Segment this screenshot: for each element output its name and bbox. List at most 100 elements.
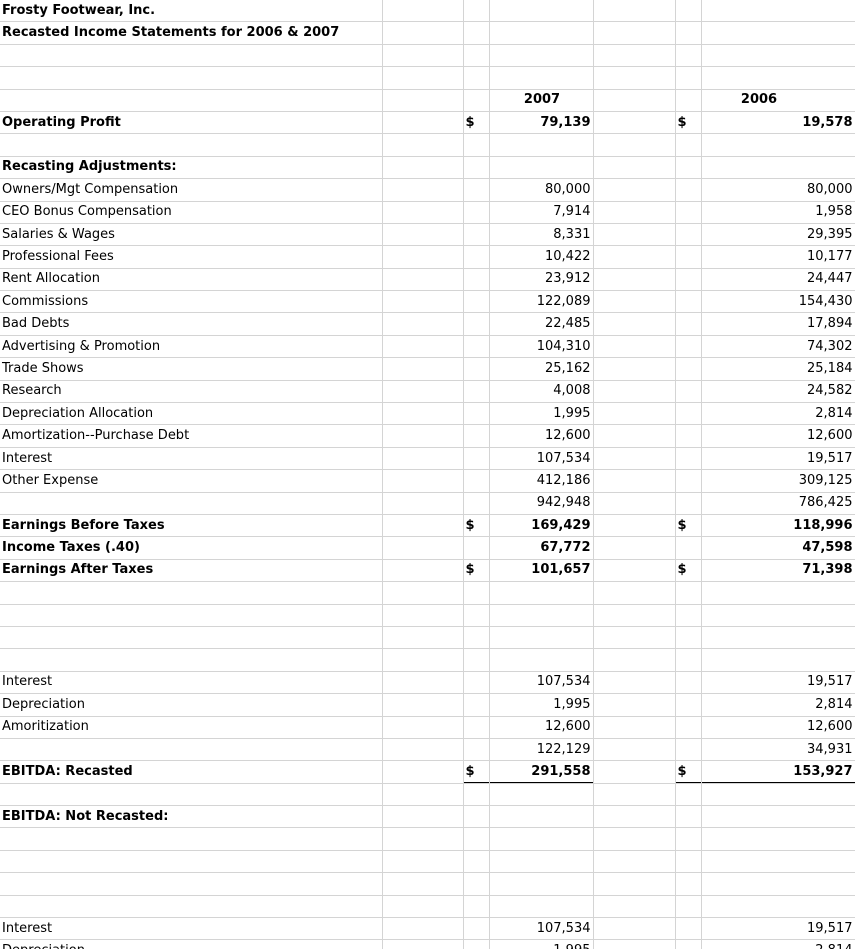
currency-symbol-2007[interactable] <box>463 44 490 68</box>
spacer-cell[interactable] <box>382 133 464 157</box>
row-label[interactable]: Interest <box>0 671 383 695</box>
currency-symbol-2007[interactable] <box>463 783 490 807</box>
spacer-cell[interactable] <box>382 827 464 851</box>
spacer-cell[interactable] <box>382 738 464 762</box>
currency-symbol-2007[interactable]: $ <box>463 760 490 784</box>
spacer-cell[interactable] <box>382 783 464 807</box>
value-2007[interactable]: 67,772 <box>489 536 594 560</box>
spacer-cell[interactable] <box>593 738 676 762</box>
empty-cell[interactable] <box>0 89 383 112</box>
column-header-2007[interactable]: 2007 <box>489 89 594 112</box>
currency-symbol-2007[interactable]: $ <box>463 514 490 538</box>
spacer-cell[interactable] <box>593 917 676 941</box>
spacer-cell[interactable] <box>382 312 464 336</box>
spacer-cell[interactable] <box>382 917 464 941</box>
currency-symbol-2007[interactable] <box>463 827 490 851</box>
row-label[interactable]: Research <box>0 380 383 404</box>
value-2006[interactable]: 25,184 <box>701 357 855 381</box>
empty-cell[interactable] <box>0 66 383 90</box>
spacer-cell[interactable] <box>593 850 676 874</box>
currency-symbol-2007[interactable] <box>463 917 490 941</box>
value-2006[interactable]: 74,302 <box>701 335 855 359</box>
value-2006[interactable]: 1,958 <box>701 201 855 224</box>
spacer-cell[interactable] <box>382 671 464 695</box>
spacer-cell[interactable] <box>593 693 676 717</box>
spacer-cell[interactable] <box>593 66 676 90</box>
spacer-cell[interactable] <box>593 21 676 45</box>
spacer-cell[interactable] <box>382 245 464 269</box>
row-label[interactable]: Income Taxes (.40) <box>0 536 383 560</box>
currency-symbol-2006[interactable] <box>675 536 702 560</box>
spacer-cell[interactable] <box>382 335 464 359</box>
value-2006[interactable] <box>701 44 855 68</box>
value-2006[interactable]: 24,447 <box>701 268 855 292</box>
value-2006[interactable]: 12,600 <box>701 716 855 739</box>
currency-symbol-2006[interactable] <box>675 693 702 717</box>
spacer-cell[interactable] <box>382 424 464 448</box>
value-2006[interactable] <box>701 133 855 157</box>
spacer-cell[interactable] <box>382 21 464 45</box>
row-label[interactable]: Commissions <box>0 290 383 314</box>
spacer-cell[interactable] <box>593 626 676 650</box>
value-2007[interactable]: 291,558 <box>489 760 594 784</box>
value-2007[interactable]: 1,995 <box>489 402 594 426</box>
spacer-cell[interactable] <box>593 111 676 135</box>
row-label[interactable]: Rent Allocation <box>0 268 383 292</box>
spacer-cell[interactable] <box>382 66 464 90</box>
currency-symbol-2007[interactable] <box>463 850 490 874</box>
spacer-cell[interactable] <box>593 581 676 605</box>
spacer-cell[interactable] <box>382 536 464 560</box>
spacer-cell[interactable] <box>593 783 676 807</box>
spacer-cell[interactable] <box>593 827 676 851</box>
value-2007[interactable] <box>489 604 594 627</box>
spacer-cell[interactable] <box>593 760 676 784</box>
spacer-cell[interactable] <box>593 44 676 68</box>
currency-symbol-2006[interactable] <box>675 245 702 269</box>
currency-symbol-2006[interactable] <box>675 178 702 202</box>
value-2006[interactable] <box>701 604 855 627</box>
row-label[interactable]: Operating Profit <box>0 111 383 135</box>
currency-symbol-2006[interactable] <box>675 648 702 672</box>
currency-symbol-2007[interactable] <box>463 357 490 381</box>
currency-symbol-2007[interactable] <box>463 872 490 896</box>
value-2007[interactable]: 122,129 <box>489 737 594 762</box>
currency-symbol-2007[interactable] <box>463 671 490 695</box>
currency-symbol-2007[interactable] <box>463 737 490 762</box>
row-label[interactable]: Amoritization <box>0 716 383 739</box>
empty-cell[interactable] <box>0 133 383 157</box>
value-2006[interactable]: 2,814 <box>701 402 855 426</box>
value-2007[interactable] <box>489 783 594 807</box>
currency-symbol-2007[interactable] <box>463 223 490 247</box>
currency-symbol-2006[interactable] <box>675 895 702 919</box>
spacer-cell[interactable] <box>593 716 676 739</box>
spacer-cell[interactable] <box>593 402 676 426</box>
spacer-cell[interactable] <box>593 559 676 583</box>
currency-symbol-2006[interactable] <box>675 335 702 359</box>
value-2007[interactable]: 23,912 <box>489 268 594 292</box>
row-label[interactable]: EBITDA: Recasted <box>0 760 383 784</box>
currency-symbol-2007[interactable] <box>463 693 490 717</box>
value-2006[interactable]: 12,600 <box>701 424 855 448</box>
spacer-cell[interactable] <box>593 805 676 829</box>
currency-symbol-2006[interactable] <box>675 737 702 762</box>
currency-symbol-2006[interactable] <box>675 872 702 896</box>
spacer-cell[interactable] <box>593 469 676 493</box>
value-2006[interactable] <box>701 581 855 605</box>
value-2007[interactable] <box>489 648 594 672</box>
currency-symbol-2006[interactable] <box>675 268 702 292</box>
row-label[interactable]: Trade Shows <box>0 357 383 381</box>
spacer-cell[interactable] <box>593 447 676 471</box>
currency-symbol-2007[interactable] <box>463 581 490 605</box>
empty-cell[interactable] <box>0 872 383 896</box>
spacer-cell[interactable] <box>593 872 676 896</box>
spacer-cell[interactable] <box>382 223 464 247</box>
value-2006[interactable] <box>701 66 855 90</box>
value-2007[interactable]: 169,429 <box>489 514 594 538</box>
spacer-cell[interactable] <box>593 178 676 202</box>
value-2006[interactable] <box>701 156 855 180</box>
row-label[interactable]: Advertising & Promotion <box>0 335 383 359</box>
empty-cell[interactable] <box>0 827 383 851</box>
spacer-cell[interactable] <box>382 559 464 583</box>
column-header-2006[interactable]: 2006 <box>701 89 855 112</box>
spacer-cell[interactable] <box>382 604 464 627</box>
